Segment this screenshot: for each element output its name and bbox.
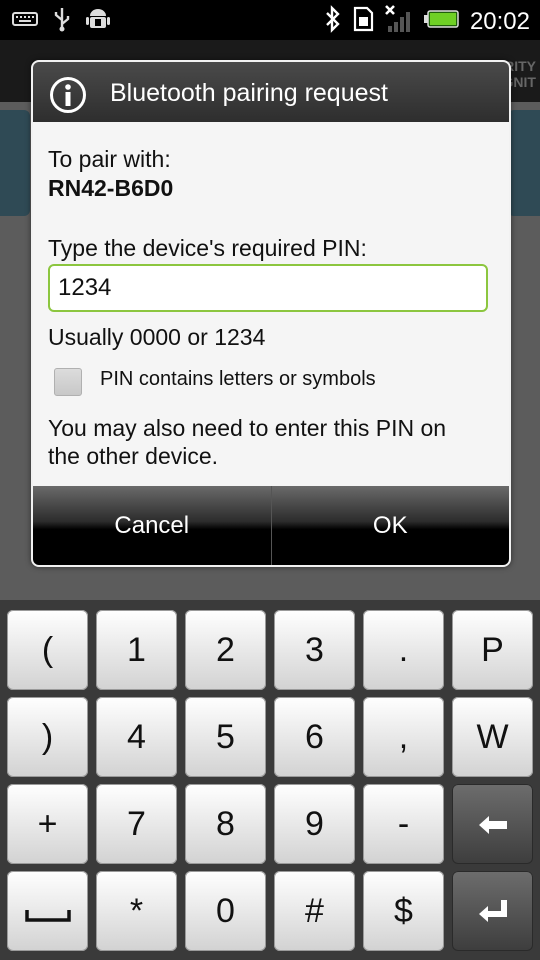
- signal-icon: [384, 4, 414, 39]
- key-comma[interactable]: ,: [363, 697, 444, 777]
- key-p[interactable]: P: [452, 610, 533, 690]
- note-line-2: the other device.: [48, 443, 219, 469]
- usb-icon: [52, 6, 72, 37]
- key-2[interactable]: 2: [185, 610, 266, 690]
- pairing-dialog: Bluetooth pairing request To pair with: …: [31, 60, 511, 567]
- backspace-key[interactable]: [452, 784, 533, 864]
- pair-with-label: To pair with:: [48, 146, 171, 172]
- key-dollar[interactable]: $: [363, 871, 444, 951]
- key-hash[interactable]: #: [274, 871, 355, 951]
- key-0[interactable]: 0: [185, 871, 266, 951]
- space-icon: [24, 892, 71, 931]
- android-debug-icon: [86, 6, 110, 37]
- cancel-button[interactable]: Cancel: [33, 486, 271, 565]
- pin-prompt: Type the device's required PIN:: [48, 235, 367, 261]
- space-key[interactable]: [7, 871, 88, 951]
- dialog-body: To pair with: RN42-B6D0 Type the device'…: [33, 122, 509, 486]
- note-line-1: You may also need to enter this PIN on: [48, 415, 447, 441]
- key-asterisk[interactable]: *: [96, 871, 177, 951]
- pin-hint: Usually 0000 or 1234: [48, 324, 266, 350]
- status-bar: 20:02: [0, 0, 540, 40]
- dialog-title: Bluetooth pairing request: [110, 79, 388, 107]
- pin-input[interactable]: [48, 264, 488, 312]
- backspace-icon: [477, 805, 509, 844]
- device-name: RN42-B6D0: [48, 175, 174, 201]
- key-6[interactable]: 6: [274, 697, 355, 777]
- battery-icon: [423, 9, 460, 34]
- keyboard-icon: [12, 11, 38, 32]
- clock: 20:02: [469, 7, 530, 35]
- info-icon: [49, 76, 87, 114]
- key-8[interactable]: 8: [185, 784, 266, 864]
- dialog-title-bar: Bluetooth pairing request: [33, 62, 509, 122]
- key-9[interactable]: 9: [274, 784, 355, 864]
- key-plus[interactable]: +: [7, 784, 88, 864]
- key-1[interactable]: 1: [96, 610, 177, 690]
- background-left-button: [0, 110, 30, 216]
- key-3[interactable]: 3: [274, 610, 355, 690]
- key-minus[interactable]: -: [363, 784, 444, 864]
- bluetooth-icon: [324, 5, 342, 38]
- key-4[interactable]: 4: [96, 697, 177, 777]
- background-right-button: [508, 110, 540, 216]
- numeric-keyboard: ( 1 2 3 . P ) 4 5 6 , W + 7 8 9 - * 0 # …: [0, 600, 540, 960]
- key-open-paren[interactable]: (: [7, 610, 88, 690]
- key-w[interactable]: W: [452, 697, 533, 777]
- key-5[interactable]: 5: [185, 697, 266, 777]
- key-7[interactable]: 7: [96, 784, 177, 864]
- key-close-paren[interactable]: ): [7, 697, 88, 777]
- letters-symbols-label[interactable]: PIN contains letters or symbols: [100, 368, 376, 391]
- enter-key[interactable]: [452, 871, 533, 951]
- letters-symbols-checkbox[interactable]: [54, 368, 82, 396]
- key-period[interactable]: .: [363, 610, 444, 690]
- enter-icon: [477, 892, 509, 931]
- dialog-button-bar: Cancel OK: [33, 486, 509, 565]
- sd-card-icon: [352, 5, 374, 38]
- ok-button[interactable]: OK: [270, 486, 509, 565]
